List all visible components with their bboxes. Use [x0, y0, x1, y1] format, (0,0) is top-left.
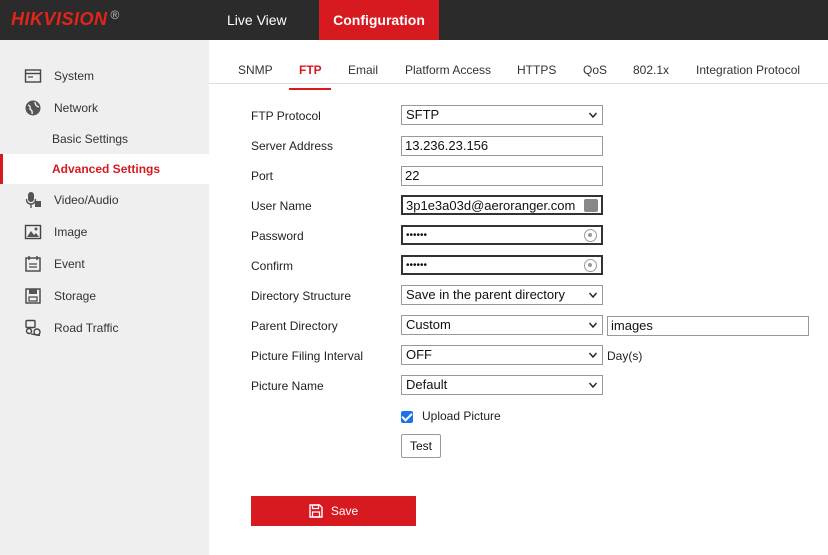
picture-filing-interval-select[interactable]: OFF [401, 345, 603, 365]
sidebar-item-basic-settings[interactable]: Basic Settings [0, 125, 209, 153]
sidebar-item-system[interactable]: System [0, 62, 209, 90]
picture-name-value: Default [406, 377, 448, 392]
tab-8021x[interactable]: 802.1x [633, 40, 669, 84]
road-traffic-icon [25, 319, 41, 337]
directory-structure-value: Save in the parent directory [406, 287, 565, 302]
password-value: •••••• [406, 230, 428, 241]
parent-directory-select[interactable]: Custom [401, 315, 603, 335]
tab-snmp[interactable]: SNMP [238, 40, 273, 84]
tab-qos[interactable]: QoS [583, 40, 607, 84]
sidebar-item-label: Road Traffic [54, 321, 119, 335]
interval-unit-label: Day(s) [607, 349, 643, 363]
system-icon [24, 69, 42, 83]
chevron-down-icon [589, 292, 597, 299]
parent-directory-label: Parent Directory [251, 319, 338, 333]
sidebar-item-label: Basic Settings [52, 132, 129, 146]
picture-name-select[interactable]: Default [401, 375, 603, 395]
chevron-down-icon [589, 112, 597, 119]
upload-picture-checkbox[interactable] [401, 411, 413, 423]
server-address-input[interactable]: 13.236.23.156 [401, 136, 603, 156]
tab-integration-protocol[interactable]: Integration Protocol [696, 40, 800, 84]
sidebar-item-label: Video/Audio [54, 193, 119, 207]
sidebar-item-label: Network [54, 101, 99, 115]
autofill-key-icon[interactable] [584, 199, 598, 212]
ftp-protocol-select[interactable]: SFTP [401, 105, 603, 125]
upload-picture-label: Upload Picture [422, 409, 501, 423]
picture-filing-interval-value: OFF [406, 347, 432, 362]
password-input[interactable]: •••••• [401, 225, 603, 245]
tab-ftp[interactable]: FTP [299, 40, 322, 84]
directory-structure-select[interactable]: Save in the parent directory [401, 285, 603, 305]
sidebar-item-event[interactable]: Event [0, 250, 209, 278]
save-button-label: Save [330, 504, 359, 518]
password-reveal-icon[interactable] [584, 229, 597, 242]
network-icon [25, 100, 41, 116]
test-button[interactable]: Test [401, 434, 441, 458]
port-label: Port [251, 169, 274, 183]
password-label: Password [251, 229, 304, 243]
save-icon [309, 504, 323, 518]
confirm-reveal-icon[interactable] [584, 259, 597, 272]
sidebar: System Network Basic Settings Advanced S… [0, 40, 209, 555]
picture-name-label: Picture Name [251, 379, 324, 393]
chevron-down-icon [589, 352, 597, 359]
sidebar-item-network[interactable]: Network [0, 94, 209, 122]
sidebar-item-label: System [54, 69, 95, 83]
sidebar-item-label: Storage [54, 289, 97, 303]
directory-structure-label: Directory Structure [251, 289, 352, 303]
sidebar-item-advanced-settings[interactable]: Advanced Settings [0, 154, 209, 184]
sidebar-item-video-audio[interactable]: Video/Audio [0, 186, 209, 214]
logo-text: HIKVISION [11, 9, 108, 29]
hikvision-logo: HIKVISION ® [11, 8, 120, 30]
active-tab-indicator [289, 88, 331, 90]
chevron-down-icon [589, 382, 597, 389]
tab-https[interactable]: HTTPS [517, 40, 556, 84]
server-address-label: Server Address [251, 139, 334, 153]
user-name-value: 3p1e3a03d@aeroranger.com [406, 198, 576, 213]
sidebar-item-storage[interactable]: Storage [0, 282, 209, 310]
user-name-input[interactable]: 3p1e3a03d@aeroranger.com [401, 195, 603, 215]
parent-directory-value: Custom [406, 317, 451, 332]
confirm-label: Confirm [251, 259, 294, 273]
registered-mark: ® [110, 8, 120, 22]
nav-live-view[interactable]: Live View [227, 0, 287, 40]
sidebar-item-label: Event [54, 257, 85, 271]
ftp-protocol-label: FTP Protocol [251, 109, 321, 123]
event-icon [25, 256, 41, 272]
ftp-protocol-value: SFTP [406, 107, 440, 122]
sidebar-item-road-traffic[interactable]: Road Traffic [0, 314, 209, 342]
storage-icon [25, 288, 41, 304]
image-icon [24, 224, 42, 240]
picture-filing-interval-label: Picture Filing Interval [251, 349, 364, 363]
confirm-password-input[interactable]: •••••• [401, 255, 603, 275]
tab-email[interactable]: Email [348, 40, 378, 84]
user-name-label: User Name [251, 199, 312, 213]
save-button[interactable]: Save [251, 496, 416, 526]
tab-platform-access[interactable]: Platform Access [405, 40, 491, 84]
nav-configuration[interactable]: Configuration [319, 0, 439, 40]
custom-directory-input[interactable]: images [607, 316, 809, 336]
top-header: HIKVISION ® Live View Configuration [0, 0, 828, 40]
sidebar-item-label: Advanced Settings [52, 162, 161, 176]
port-input[interactable]: 22 [401, 166, 603, 186]
chevron-down-icon [589, 322, 597, 329]
confirm-value: •••••• [406, 260, 428, 271]
tab-bar: SNMP FTP Email Platform Access HTTPS QoS… [209, 40, 828, 90]
sidebar-item-image[interactable]: Image [0, 218, 209, 246]
sidebar-item-label: Image [54, 225, 88, 239]
video-audio-icon [25, 192, 41, 208]
